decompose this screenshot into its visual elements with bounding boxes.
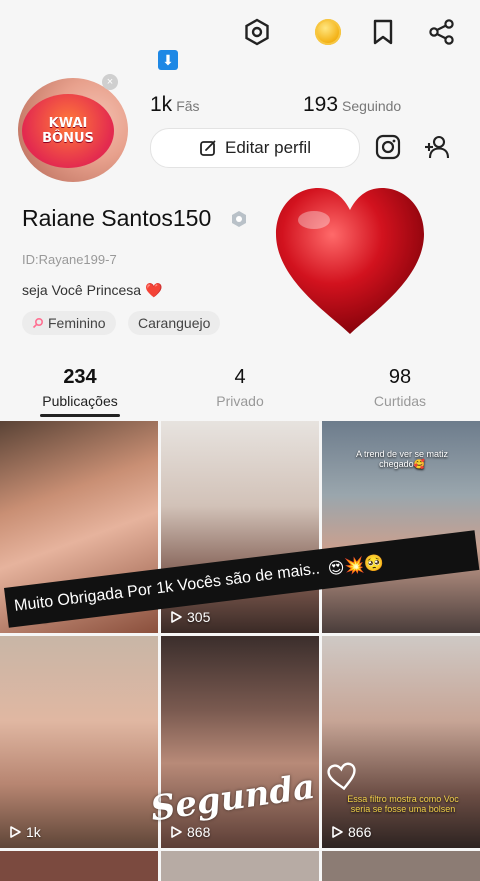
video-views: 305 [169,609,210,625]
heart-sticker [272,184,428,343]
following-label: Seguindo [342,98,402,114]
add-friend-icon[interactable] [423,133,451,166]
edit-profile-label: Editar perfil [225,138,311,157]
verified-icon [230,210,248,228]
followers-count: 1k [150,93,173,116]
tab-likes[interactable]: 98 Curtidas [340,366,460,409]
video-thumbnail[interactable]: 1k [0,636,158,848]
video-caption: A trend de ver se matiz chegado🥰 [355,449,449,469]
banner-emojis: 😍💥🥺 [326,552,386,578]
kwai-bonus-badge[interactable]: KWAI BÔNUS [22,94,114,168]
avatar[interactable]: KWAI BÔNUS [18,78,128,182]
followers-label: Fãs [176,98,200,114]
video-views: 866 [330,824,371,840]
video-views-count: 1k [26,824,41,840]
video-thumbnail[interactable] [0,851,158,881]
bio: seja Você Princesa ❤️ [22,282,163,298]
close-icon[interactable]: × [102,74,118,90]
video-thumbnail[interactable] [322,851,480,881]
active-tab-indicator [40,414,120,417]
tab-private-count: 4 [234,366,246,388]
zodiac-tag-label: Caranguejo [138,315,211,331]
bookmark-icon[interactable] [367,16,399,48]
video-views: 868 [169,824,210,840]
tab-publications-count: 234 [63,366,97,388]
female-icon [32,317,44,329]
heart-outline-icon [327,762,356,791]
video-views-count: 866 [348,824,372,840]
edit-profile-button[interactable]: Editar perfil [150,128,360,168]
gender-tag-label: Feminino [48,315,106,331]
video-thumbnail[interactable] [161,851,319,881]
video-views: 1k [8,824,41,840]
coin-icon[interactable] [312,16,344,48]
gender-tag: Feminino [22,311,116,335]
tab-likes-count: 98 [388,366,412,388]
edit-icon [200,140,216,156]
download-icon[interactable]: ⬇ [158,50,178,70]
tab-publications-label: Publicações [42,393,118,409]
followers-stat[interactable]: 1k Fãs [150,93,200,117]
tab-private[interactable]: 4 Privado [180,366,300,409]
video-caption: Essa filtro mostra como Voc seria se fos… [347,794,459,814]
video-thumbnail[interactable]: Essa filtro mostra como Voc seria se fos… [322,636,480,848]
bonus-badge-line1: KWAI [48,116,88,131]
video-views-count: 305 [187,609,211,625]
zodiac-tag: Caranguejo [128,311,221,335]
profile-name: Raiane Santos150 [22,205,212,231]
following-stat[interactable]: 193 Seguindo [303,93,401,117]
user-id: ID:Rayane199-7 [22,252,117,267]
following-count: 193 [303,93,339,116]
tab-private-label: Privado [216,393,264,409]
instagram-icon[interactable] [375,134,401,165]
bonus-badge-line2: BÔNUS [42,131,94,146]
video-views-count: 868 [187,824,211,840]
tab-likes-label: Curtidas [373,393,427,409]
video-thumbnail[interactable]: A trend de ver se matiz chegado🥰 [322,421,480,633]
share-icon[interactable] [426,16,458,48]
settings-hexagon-icon[interactable] [241,16,273,48]
tab-publications[interactable]: 234 Publicações [20,366,140,409]
profile-tabs: 234 Publicações 4 Privado 98 Curtidas [0,366,480,418]
